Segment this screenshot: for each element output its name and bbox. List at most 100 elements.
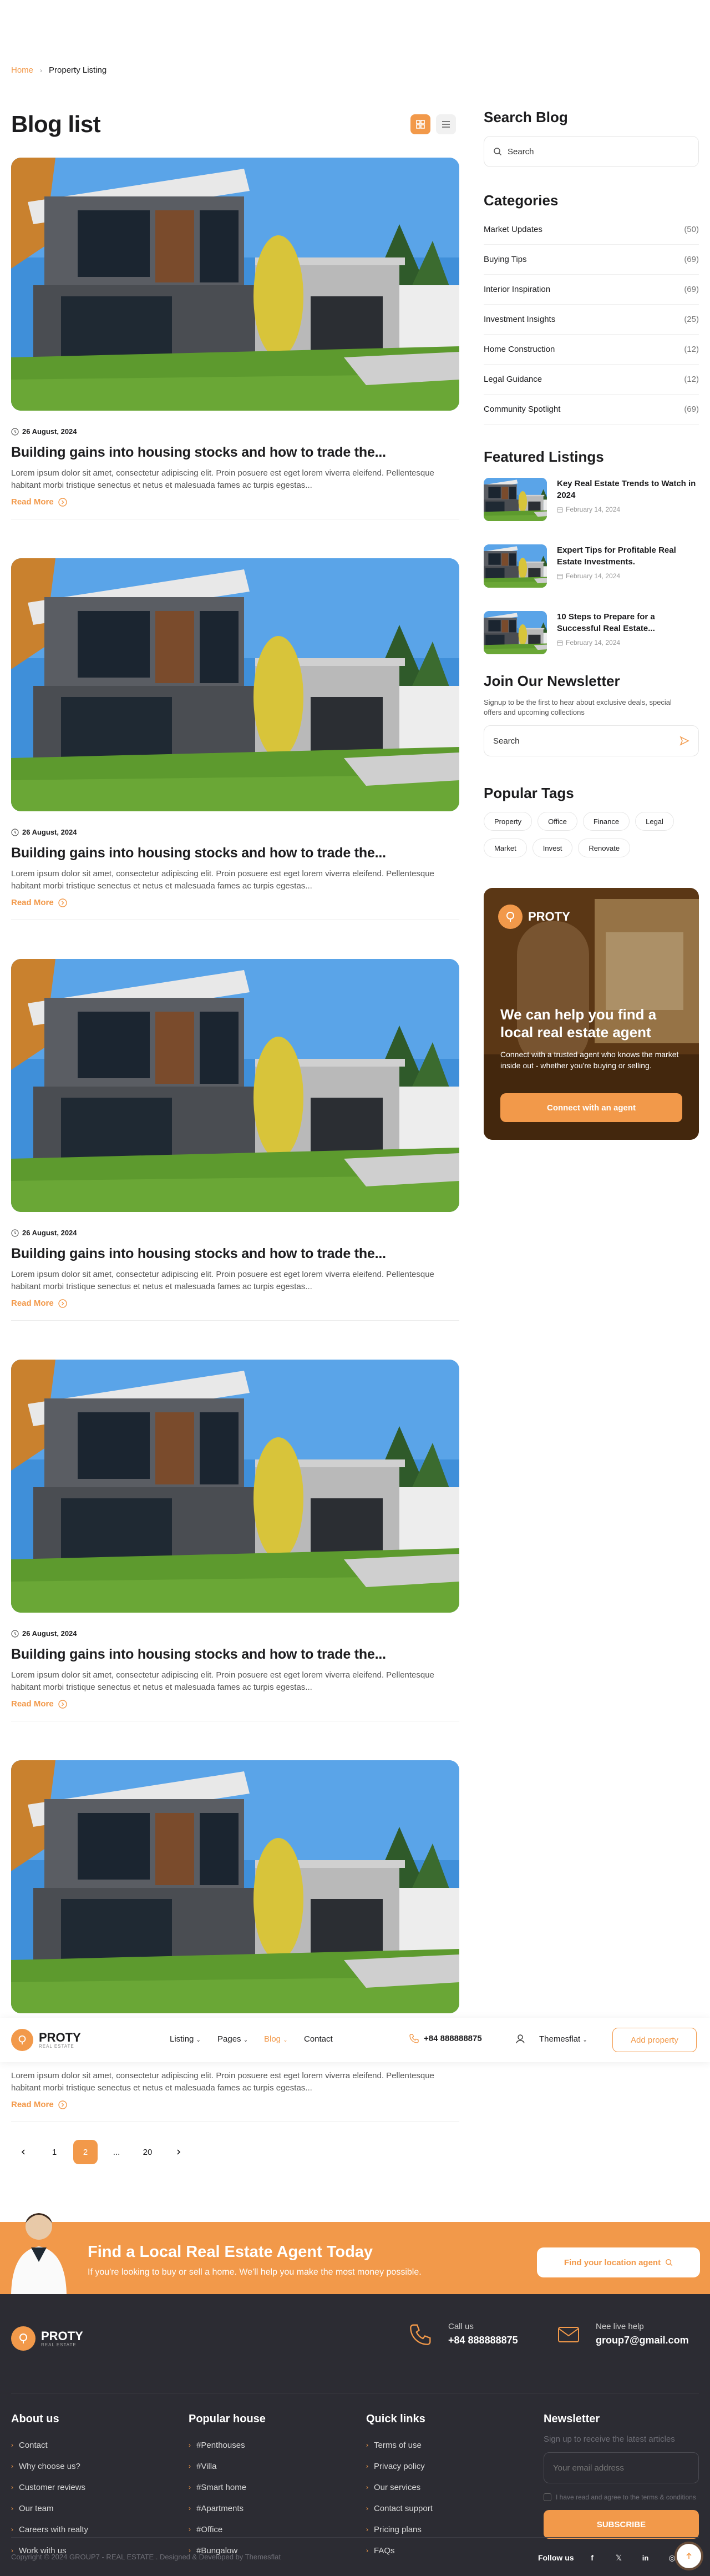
connect-agent-button[interactable]: Connect with an agent [500, 1093, 682, 1122]
subscribe-button[interactable]: SUBSCRIBE [544, 2510, 699, 2539]
clock-icon [11, 427, 19, 436]
category-item[interactable]: Investment Insights (25) [484, 305, 699, 335]
featured-item[interactable]: Expert Tips for Profitable Real Estate I… [484, 544, 699, 611]
newsletter-input[interactable]: Search [484, 725, 699, 756]
category-item[interactable]: Legal Guidance (12) [484, 365, 699, 395]
chevron-right-icon: › [189, 2441, 191, 2449]
back-to-top-button[interactable] [677, 2544, 701, 2568]
read-more-link[interactable]: Read More [11, 2100, 459, 2109]
footer-link[interactable]: › Privacy policy [366, 2456, 433, 2477]
nav-listing[interactable]: Listing ⌄ [170, 2034, 201, 2044]
footer-link[interactable]: › Why choose us? [11, 2456, 88, 2477]
post-title[interactable]: Building gains into housing stocks and h… [11, 1646, 459, 1663]
facebook-icon[interactable]: f [584, 2549, 601, 2566]
navbar-phone[interactable]: +84 888888875 [409, 2033, 482, 2043]
category-item[interactable]: Community Spotlight (69) [484, 395, 699, 425]
footer-link[interactable]: › Terms of use [366, 2434, 433, 2456]
tag-chip[interactable]: Legal [635, 812, 674, 831]
divider [11, 1320, 459, 1321]
post-date-row: 26 August, 2024 [11, 427, 459, 436]
search-input[interactable]: Search [484, 136, 699, 167]
tag-chip[interactable]: Office [537, 812, 577, 831]
arrow-up-icon [686, 2552, 692, 2559]
arrow-circle-icon [58, 2100, 67, 2109]
nav-contact[interactable]: Contact [304, 2034, 333, 2044]
read-more-link[interactable]: Read More [11, 898, 459, 907]
category-item[interactable]: Home Construction (12) [484, 335, 699, 365]
post-excerpt: Lorem ipsum dolor sit amet, consectetur … [11, 468, 434, 490]
footer-link-label: Terms of use [374, 2440, 422, 2450]
footer-link[interactable]: › #Penthouses [189, 2434, 266, 2456]
footer-link[interactable]: › #Villa [189, 2456, 266, 2477]
sidebar-featured: Featured Listings Key Real Estate Trends… [484, 448, 699, 678]
footer-brand[interactable]: PROTY REAL ESTATE [11, 2326, 83, 2351]
post-title[interactable]: Building gains into housing stocks and h… [11, 1246, 459, 1262]
footer-newsletter-desc: Sign up to receive the latest articles [544, 2434, 675, 2444]
list-view-button[interactable] [436, 114, 456, 134]
nav-listing-label: Listing [170, 2034, 194, 2044]
calendar-icon [557, 640, 563, 646]
chevron-down-icon: ⌄ [283, 2037, 288, 2043]
clock-icon [11, 1229, 19, 1237]
read-more-link[interactable]: Read More [11, 1699, 459, 1709]
navbar-brand[interactable]: PROTY REAL ESTATE [11, 2029, 81, 2051]
user-menu[interactable]: Themesflat ⌄ [539, 2034, 587, 2044]
tag-chip[interactable]: Invest [532, 839, 573, 857]
navbar-brand-text: PROTY REAL ESTATE [39, 2031, 81, 2049]
x-twitter-icon[interactable]: 𝕏 [611, 2549, 627, 2566]
category-item[interactable]: Market Updates (50) [484, 215, 699, 245]
footer-call-text: Call us +84 888888875 [448, 2322, 518, 2346]
grid-view-button[interactable] [410, 114, 430, 134]
post-image[interactable] [11, 158, 459, 411]
featured-image [484, 611, 547, 654]
post-image[interactable] [11, 1760, 459, 2013]
read-more-link[interactable]: Read More [11, 1299, 459, 1308]
footer-link[interactable]: › Contact [11, 2434, 88, 2456]
post-image[interactable] [11, 558, 459, 811]
footer-link[interactable]: › Contact support [366, 2498, 433, 2519]
post-date: 26 August, 2024 [22, 1629, 77, 1638]
tag-chip[interactable]: Market [484, 839, 527, 857]
nav-blog[interactable]: Blog ⌄ [264, 2034, 288, 2044]
navbar-phone-number: +84 888888875 [424, 2033, 482, 2043]
post-image[interactable] [11, 1360, 459, 1613]
footer-call[interactable]: Call us +84 888888875 [409, 2322, 518, 2346]
footer-link[interactable]: › #Apartments [189, 2498, 266, 2519]
read-more-link[interactable]: Read More [11, 497, 459, 507]
post-title[interactable]: Building gains into housing stocks and h… [11, 845, 459, 861]
category-item[interactable]: Buying Tips (69) [484, 245, 699, 275]
featured-item[interactable]: Key Real Estate Trends to Watch in 2024 F… [484, 478, 699, 544]
category-item[interactable]: Interior Inspiration (69) [484, 275, 699, 305]
tag-chip[interactable]: Finance [582, 812, 630, 831]
add-property-button[interactable]: Add property [612, 2028, 697, 2052]
featured-title: 10 Steps to Prepare for a Successful Rea… [557, 612, 655, 633]
breadcrumb-home[interactable]: Home [11, 65, 33, 75]
footer-link[interactable]: › FAQs [366, 2540, 433, 2561]
post-image[interactable] [11, 959, 459, 1212]
footer-help[interactable]: Nee live help group7@gmail.com [557, 2322, 689, 2346]
prev-page-button[interactable] [11, 2140, 36, 2164]
post-title[interactable]: Building gains into housing stocks and h… [11, 445, 459, 461]
page-number[interactable]: 1 [42, 2140, 67, 2164]
category-name: Buying Tips [484, 255, 527, 264]
page-number[interactable]: 20 [135, 2140, 160, 2164]
nav-contact-label: Contact [304, 2034, 333, 2044]
find-agent-button[interactable]: Find your location agent [537, 2247, 700, 2277]
footer-link[interactable]: › #Smart home [189, 2477, 266, 2498]
footer-link[interactable]: › Customer reviews [11, 2477, 88, 2498]
tag-chip[interactable]: Property [484, 812, 532, 831]
footer-email-input[interactable]: Your email address [544, 2452, 699, 2483]
linkedin-icon[interactable]: in [637, 2549, 654, 2566]
footer-link-label: #Apartments [196, 2503, 244, 2513]
next-page-button[interactable] [166, 2140, 191, 2164]
footer-link[interactable]: › Our team [11, 2498, 88, 2519]
chevron-right-icon: › [366, 2441, 368, 2449]
user-icon[interactable] [515, 2033, 526, 2047]
featured-item[interactable]: 10 Steps to Prepare for a Successful Rea… [484, 611, 699, 678]
send-icon[interactable] [679, 736, 689, 746]
tag-chip[interactable]: Renovate [578, 839, 631, 857]
footer-link[interactable]: › Our services [366, 2477, 433, 2498]
nav-pages[interactable]: Pages ⌄ [217, 2034, 248, 2044]
page-number-active[interactable]: 2 [73, 2140, 98, 2164]
terms-checkbox[interactable] [544, 2493, 551, 2501]
